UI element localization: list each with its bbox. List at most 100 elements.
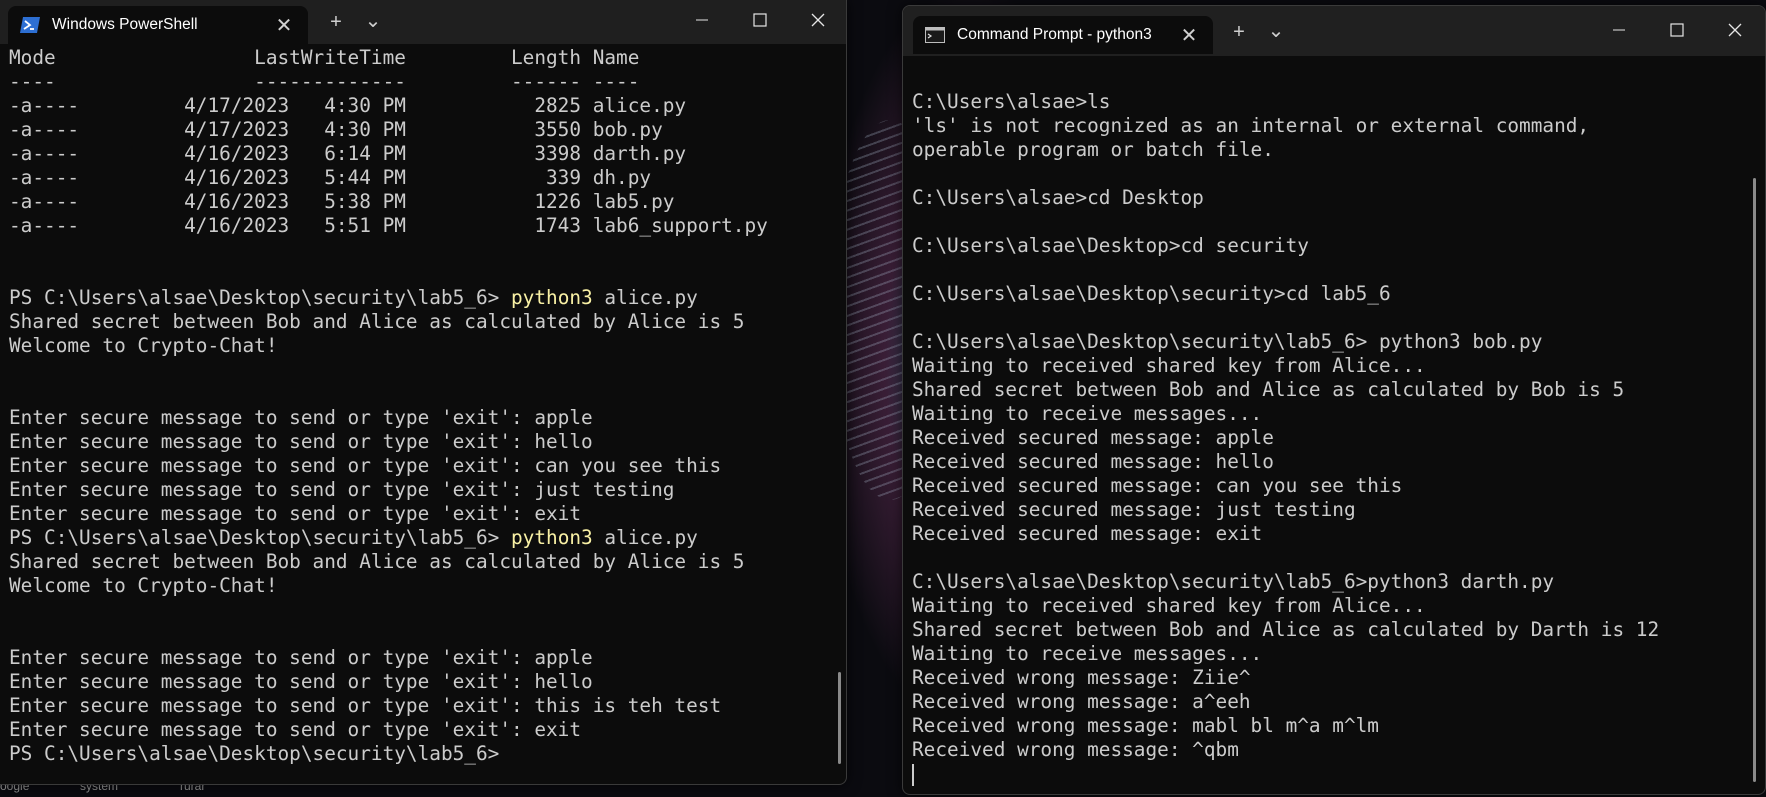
terminal-line: Enter secure message to send or type 'ex…	[9, 430, 846, 454]
command-prompt-icon	[925, 26, 945, 44]
chevron-down-icon[interactable]: ⌄	[1258, 18, 1294, 43]
close-button[interactable]	[1709, 10, 1761, 50]
close-tab-icon[interactable]: ✕	[270, 13, 298, 38]
line-text: Received wrong message: Ziie^	[912, 666, 1251, 689]
line-text: C:\Users\alsae\Desktop\security\lab5_6> …	[912, 330, 1543, 353]
line-text: Received secured message: exit	[912, 522, 1263, 545]
terminal-line: PS C:\Users\alsae\Desktop\security\lab5_…	[9, 526, 846, 550]
terminal-line: ---- ------------- ------ ----	[9, 70, 846, 94]
powershell-icon	[20, 16, 40, 34]
maximize-button[interactable]	[1651, 10, 1703, 50]
terminal-line: -a---- 4/17/2023 4:30 PM 2825 alice.py	[9, 94, 846, 118]
terminal-line: Enter secure message to send or type 'ex…	[9, 646, 846, 670]
line-text: Enter secure message to send or type 'ex…	[9, 646, 593, 669]
terminal-line: 'ls' is not recognized as an internal or…	[912, 114, 1765, 138]
line-text: C:\Users\alsae>ls	[912, 90, 1111, 113]
command-prompt-window[interactable]: Command Prompt - python3 ✕ + ⌄ C:\Users\…	[902, 5, 1766, 795]
terminal-line: Waiting to received shared key from Alic…	[912, 354, 1765, 378]
terminal-line: Shared secret between Bob and Alice as c…	[9, 550, 846, 574]
line-text: Enter secure message to send or type 'ex…	[9, 502, 582, 525]
line-text: Enter secure message to send or type 'ex…	[9, 718, 582, 741]
terminal-line: Waiting to receive messages...	[912, 402, 1765, 426]
terminal-line: -a---- 4/16/2023 6:14 PM 3398 darth.py	[9, 142, 846, 166]
terminal-line: Received secured message: just testing	[912, 498, 1765, 522]
command-args: alice.py	[592, 286, 698, 309]
powershell-terminal-output[interactable]: Mode LastWriteTime Length Name ---- -----…	[0, 46, 846, 784]
line-text: Enter secure message to send or type 'ex…	[9, 454, 722, 477]
line-text: 'ls' is not recognized as an internal or…	[912, 114, 1590, 137]
chevron-down-icon[interactable]: ⌄	[355, 8, 391, 33]
line-text: -a---- 4/16/2023 6:14 PM 3398 darth.py	[9, 142, 687, 165]
minimize-icon	[696, 19, 708, 21]
line-text: -a---- 4/16/2023 5:38 PM 1226 lab5.py	[9, 190, 675, 213]
line-text: Received secured message: apple	[912, 426, 1274, 449]
terminal-line: C:\Users\alsae>cd Desktop	[912, 186, 1765, 210]
terminal-line: -a---- 4/17/2023 4:30 PM 3550 bob.py	[9, 118, 846, 142]
line-text: C:\Users\alsae\Desktop\security>cd lab5_…	[912, 282, 1391, 305]
terminal-line: Shared secret between Bob and Alice as c…	[9, 310, 846, 334]
maximize-button[interactable]	[734, 0, 786, 40]
terminal-line: Received secured message: apple	[912, 426, 1765, 450]
command-prompt-terminal-output[interactable]: C:\Users\alsae>ls'ls' is not recognized …	[903, 90, 1765, 794]
terminal-line: Received wrong message: a^eeh	[912, 690, 1765, 714]
powershell-tab[interactable]: Windows PowerShell ✕	[8, 6, 308, 44]
line-text: Waiting to receive messages...	[912, 402, 1263, 425]
terminal-line: C:\Users\alsae>ls	[912, 90, 1765, 114]
line-text: Enter secure message to send or type 'ex…	[9, 670, 593, 693]
new-tab-button[interactable]: +	[1221, 21, 1257, 44]
minimize-button[interactable]	[1593, 10, 1645, 50]
new-tab-button[interactable]: +	[318, 11, 354, 34]
line-text: C:\Users\alsae\Desktop>cd security	[912, 234, 1309, 257]
powershell-window[interactable]: Windows PowerShell ✕ + ⌄ Mode LastWriteT…	[0, 0, 847, 785]
maximize-icon	[1670, 23, 1684, 37]
close-tab-icon[interactable]: ✕	[1175, 23, 1203, 48]
line-text: -a---- 4/17/2023 4:30 PM 2825 alice.py	[9, 94, 687, 117]
text-cursor	[912, 763, 914, 786]
prompt-text: PS C:\Users\alsae\Desktop\security\lab5_…	[9, 526, 511, 549]
line-text: Enter secure message to send or type 'ex…	[9, 478, 675, 501]
powershell-titlebar[interactable]: Windows PowerShell ✕ + ⌄	[0, 0, 846, 44]
line-text: Enter secure message to send or type 'ex…	[9, 430, 593, 453]
line-text: -a---- 4/16/2023 5:51 PM 1743 lab6_suppo…	[9, 214, 768, 237]
line-text: C:\Users\alsae>cd Desktop	[912, 186, 1204, 209]
terminal-line: C:\Users\alsae\Desktop>cd security	[912, 234, 1765, 258]
terminal-line: Waiting to receive messages...	[912, 642, 1765, 666]
line-text: Welcome to Crypto-Chat!	[9, 574, 278, 597]
minimize-button[interactable]	[676, 0, 728, 40]
terminal-line: Enter secure message to send or type 'ex…	[9, 670, 846, 694]
line-text: Welcome to Crypto-Chat!	[9, 334, 278, 357]
line-text: C:\Users\alsae\Desktop\security\lab5_6>p…	[912, 570, 1555, 593]
terminal-line: Waiting to received shared key from Alic…	[912, 594, 1765, 618]
tab-title: Command Prompt - python3	[957, 26, 1152, 43]
terminal-line: Enter secure message to send or type 'ex…	[9, 454, 846, 478]
terminal-line: Enter secure message to send or type 'ex…	[9, 502, 846, 526]
prompt-text: PS C:\Users\alsae\Desktop\security\lab5_…	[9, 286, 511, 309]
terminal-line: Welcome to Crypto-Chat!	[9, 574, 846, 598]
terminal-line: Enter secure message to send or type 'ex…	[9, 694, 846, 718]
terminal-line: -a---- 4/16/2023 5:51 PM 1743 lab6_suppo…	[9, 214, 846, 238]
terminal-line: -a---- 4/16/2023 5:38 PM 1226 lab5.py	[9, 190, 846, 214]
command-prompt-tab[interactable]: Command Prompt - python3 ✕	[913, 16, 1213, 54]
terminal-line: Received secured message: can you see th…	[912, 474, 1765, 498]
terminal-line: Received wrong message: Ziie^	[912, 666, 1765, 690]
input-line[interactable]	[912, 762, 1765, 786]
scrollbar-thumb[interactable]	[838, 672, 841, 764]
terminal-line: C:\Users\alsae\Desktop\security>cd lab5_…	[912, 282, 1765, 306]
line-text: Waiting to receive messages...	[912, 642, 1263, 665]
line-text: Received wrong message: ^qbm	[912, 738, 1239, 761]
line-text: ---- ------------- ------ ----	[9, 70, 640, 93]
terminal-line: Mode LastWriteTime Length Name	[9, 46, 846, 70]
close-button[interactable]	[792, 0, 844, 40]
scrollbar-thumb[interactable]	[1753, 178, 1756, 782]
command-prompt-titlebar[interactable]: Command Prompt - python3 ✕ + ⌄	[903, 6, 1765, 56]
maximize-icon	[753, 13, 767, 27]
